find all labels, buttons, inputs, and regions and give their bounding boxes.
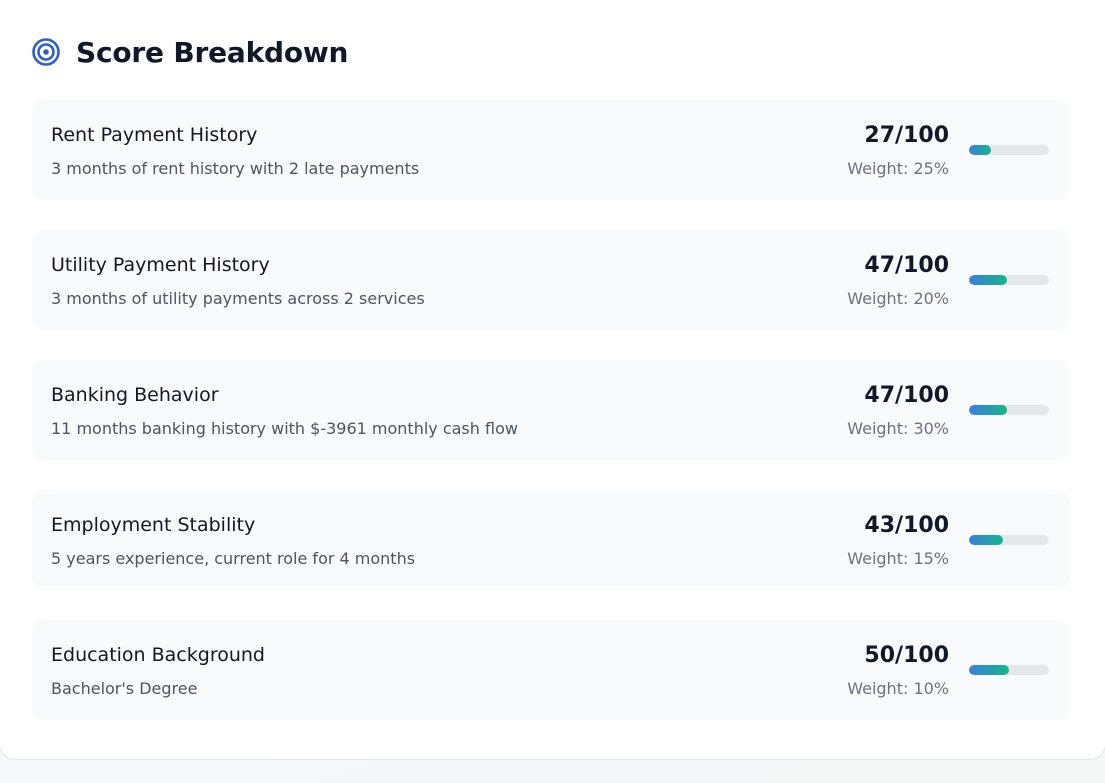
row-title: Rent Payment History bbox=[51, 124, 258, 146]
row-score: 47/100 bbox=[864, 253, 949, 278]
score-progress-bar bbox=[969, 275, 1049, 285]
row-weight: Weight: 10% bbox=[847, 679, 949, 698]
row-title: Employment Stability bbox=[51, 514, 256, 536]
card-header: Score Breakdown bbox=[32, 33, 348, 71]
score-rows: Rent Payment History 3 months of rent hi… bbox=[32, 100, 1069, 750]
score-row-rent: Rent Payment History 3 months of rent hi… bbox=[32, 100, 1069, 200]
score-progress-fill bbox=[969, 535, 1004, 545]
row-weight: Weight: 15% bbox=[847, 549, 949, 568]
score-row-education: Education Background Bachelor's Degree 5… bbox=[32, 620, 1069, 720]
score-progress-bar bbox=[969, 405, 1049, 415]
score-row-banking: Banking Behavior 11 months banking histo… bbox=[32, 360, 1069, 460]
score-breakdown-card: Score Breakdown Rent Payment History 3 m… bbox=[0, 0, 1105, 760]
score-progress-bar bbox=[969, 665, 1049, 675]
row-title: Education Background bbox=[51, 644, 265, 666]
row-title: Banking Behavior bbox=[51, 384, 219, 406]
score-progress-fill bbox=[969, 405, 1007, 415]
row-description: 11 months banking history with $-3961 mo… bbox=[51, 419, 518, 438]
row-description: 3 months of utility payments across 2 se… bbox=[51, 289, 425, 308]
row-weight: Weight: 20% bbox=[847, 289, 949, 308]
row-description: Bachelor's Degree bbox=[51, 679, 198, 698]
score-progress-fill bbox=[969, 665, 1009, 675]
score-row-utility: Utility Payment History 3 months of util… bbox=[32, 230, 1069, 330]
row-score: 43/100 bbox=[864, 513, 949, 538]
row-description: 5 years experience, current role for 4 m… bbox=[51, 549, 416, 568]
row-title: Utility Payment History bbox=[51, 254, 270, 276]
row-score: 50/100 bbox=[864, 643, 949, 668]
score-progress-fill bbox=[969, 275, 1007, 285]
score-row-employment: Employment Stability 5 years experience,… bbox=[32, 490, 1069, 590]
row-weight: Weight: 25% bbox=[847, 159, 949, 178]
row-score: 27/100 bbox=[864, 123, 949, 148]
page-title: Score Breakdown bbox=[76, 35, 349, 69]
score-progress-fill bbox=[969, 145, 991, 155]
row-weight: Weight: 30% bbox=[847, 419, 949, 438]
row-description: 3 months of rent history with 2 late pay… bbox=[51, 159, 420, 178]
score-progress-bar bbox=[969, 145, 1049, 155]
score-progress-bar bbox=[969, 535, 1049, 545]
target-icon bbox=[32, 38, 60, 66]
row-score: 47/100 bbox=[864, 383, 949, 408]
